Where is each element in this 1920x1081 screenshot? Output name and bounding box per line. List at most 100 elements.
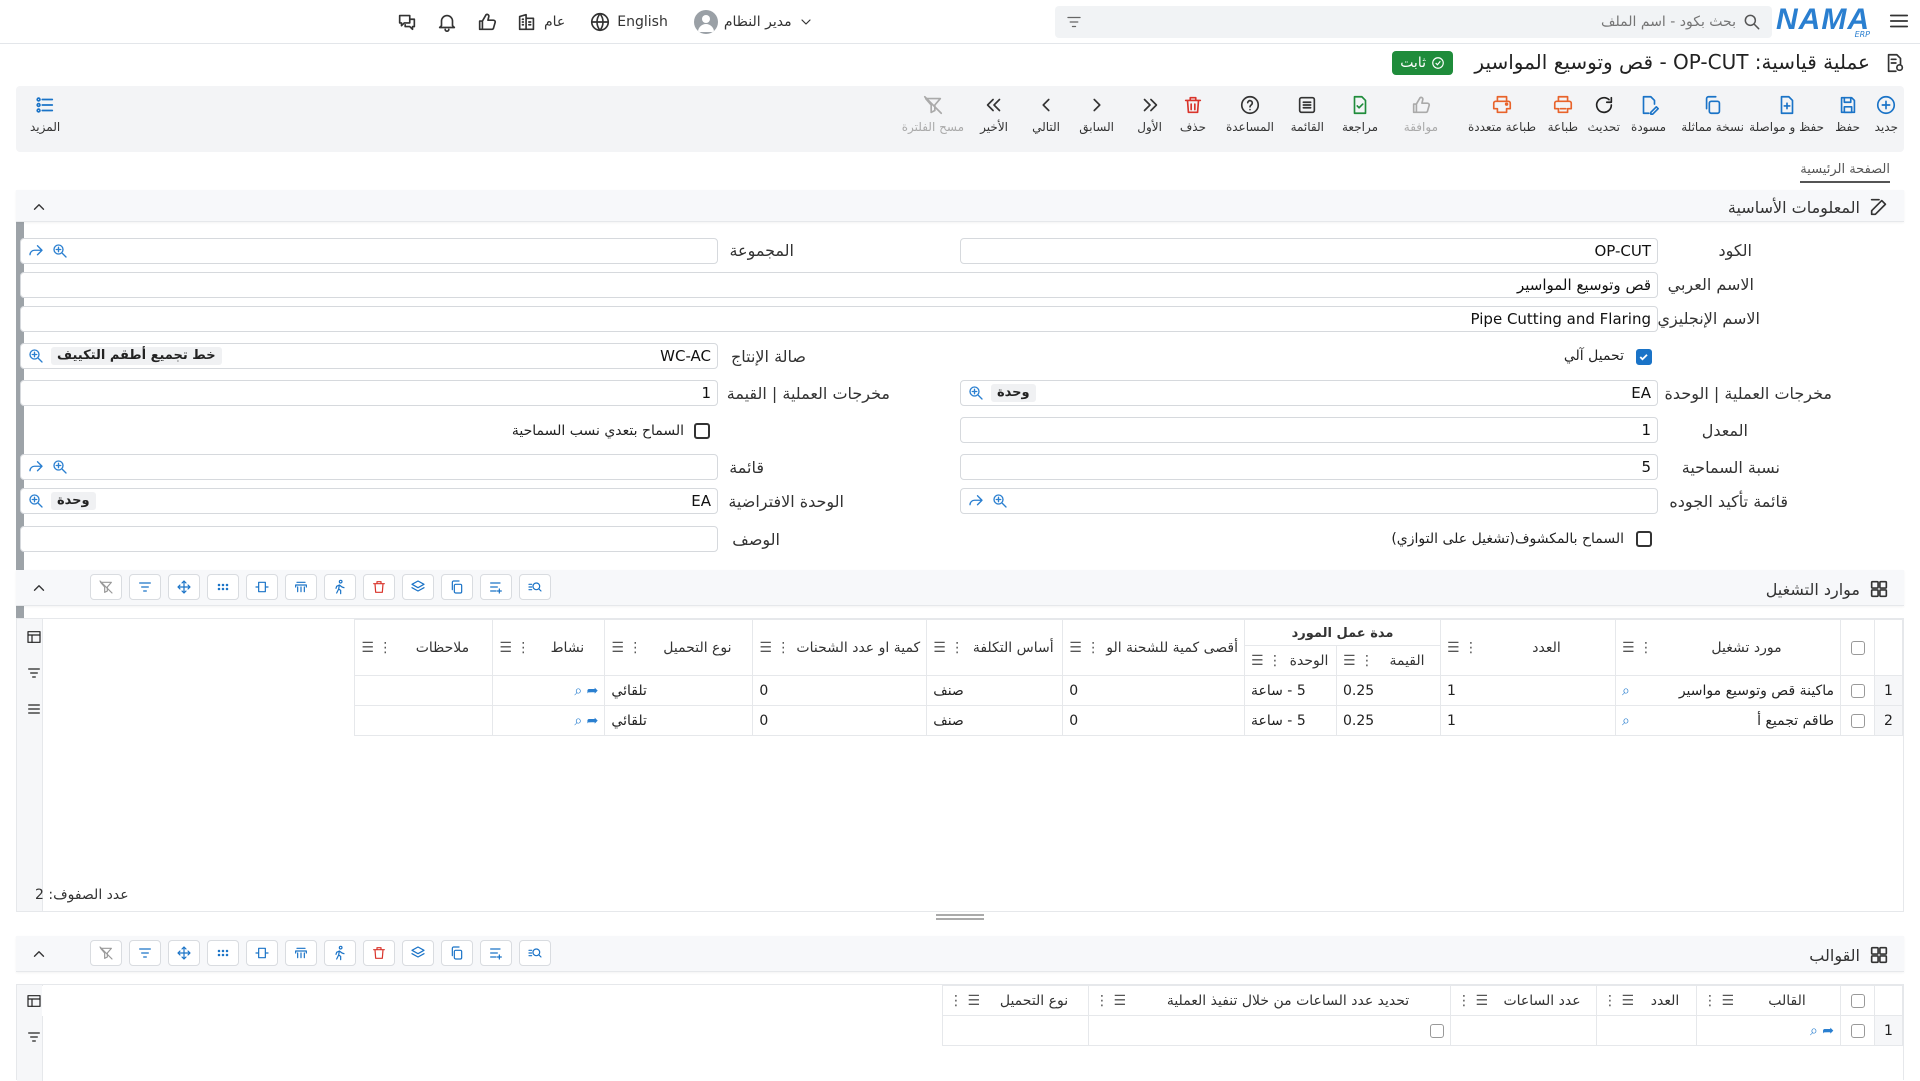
col-activity-filter-icon[interactable]: ⋮ ☰: [499, 640, 530, 656]
group-field[interactable]: [20, 238, 718, 264]
table-icon[interactable]: [285, 940, 317, 966]
list-add-icon[interactable]: [480, 940, 512, 966]
resources-header[interactable]: موارد التشغيل: [16, 570, 1904, 606]
thumbs-up-icon[interactable]: [476, 11, 498, 33]
list-add-icon[interactable]: [480, 574, 512, 600]
col-count[interactable]: العدد ⋮ ☰: [1440, 619, 1616, 676]
branch-selector[interactable]: عام: [516, 11, 565, 33]
col-activity[interactable]: نشاط ⋮ ☰: [492, 619, 606, 676]
filter-lines-icon[interactable]: [1065, 13, 1083, 31]
cell-resource[interactable]: ماكينة قص وتوسيع مواسير ⌕: [1615, 675, 1841, 706]
new-button[interactable]: جديد: [1875, 94, 1898, 134]
multi-print-button[interactable]: طباعة متعددة: [1468, 94, 1536, 134]
share-icon[interactable]: ➦: [1822, 1023, 1834, 1039]
table-row[interactable]: 1 ➦ ⌕: [42, 1015, 1903, 1046]
resize-handle[interactable]: [936, 914, 984, 920]
share-icon[interactable]: [967, 492, 985, 510]
col-cost-basis-filter-icon[interactable]: ⋮ ☰: [933, 640, 964, 656]
clear-filter-button[interactable]: مسح الفلترة: [902, 94, 964, 134]
col-qty-filter-icon[interactable]: ⋮ ☰: [759, 640, 790, 656]
tolerance-field[interactable]: 5: [960, 454, 1658, 480]
cell-max-qty[interactable]: 0: [1062, 675, 1245, 706]
col-duration-value[interactable]: القيمة ⋮ ☰: [1336, 645, 1441, 676]
set-hours-checkbox[interactable]: [1430, 1023, 1444, 1038]
layers-icon[interactable]: [402, 574, 434, 600]
run-icon[interactable]: [324, 940, 356, 966]
table-row[interactable]: 1 ماكينة قص وتوسيع مواسير ⌕ 1 0.25 5 - سا…: [41, 675, 1903, 706]
save-button[interactable]: حفظ: [1835, 94, 1860, 134]
tab-main[interactable]: الصفحة الرئيسية: [1800, 162, 1890, 183]
next-button[interactable]: التالي: [1032, 94, 1060, 134]
col-resource[interactable]: مورد تشغيل ⋮ ☰: [1615, 619, 1841, 676]
desc-field[interactable]: [20, 526, 718, 552]
columns-icon[interactable]: [21, 993, 42, 1009]
user-menu[interactable]: مدير النظام: [693, 10, 814, 34]
search-plus-icon[interactable]: [27, 492, 45, 510]
col-duration-unit[interactable]: الوحدة ⋮ ☰: [1244, 645, 1337, 676]
arabic-name-field[interactable]: قص وتوسيع المواسير: [20, 272, 1658, 298]
share-icon[interactable]: [27, 242, 45, 260]
english-name-field[interactable]: Pipe Cutting and Flaring: [20, 306, 1658, 332]
columns-icon[interactable]: [21, 629, 42, 645]
cell-qty[interactable]: 0: [752, 675, 928, 706]
col-load-type[interactable]: نوع التحميل ⋮ ☰: [604, 619, 754, 676]
col-notes[interactable]: ملاحظات ⋮ ☰: [354, 619, 494, 676]
expand-columns-icon[interactable]: [246, 574, 278, 600]
col-max-qty[interactable]: أقصى كمية للشحنة الو ⋮ ☰: [1062, 619, 1245, 676]
row-checkbox[interactable]: [1840, 675, 1875, 706]
cell-load[interactable]: تلقائي: [604, 675, 754, 706]
cell-resource[interactable]: طاقم تجميع أ ⌕: [1615, 705, 1841, 736]
select-all-checkbox[interactable]: [1840, 619, 1875, 676]
share-icon[interactable]: [27, 458, 45, 476]
refresh-button[interactable]: تحديث: [1587, 94, 1620, 134]
language-selector[interactable]: English: [589, 11, 668, 33]
trash-icon[interactable]: [363, 940, 395, 966]
hall-field[interactable]: WC-AC خط تجميع أطقم التكييف: [20, 343, 718, 369]
search-plus-icon[interactable]: ⌕: [1810, 1023, 1818, 1039]
search-plus-icon[interactable]: ⌕: [1622, 683, 1630, 699]
col-max-qty-filter-icon[interactable]: ⋮ ☰: [1069, 640, 1100, 656]
col-hours-filter-icon[interactable]: ☰ ⋮: [1457, 993, 1488, 1009]
cell-max-qty[interactable]: 0: [1062, 705, 1245, 736]
col-set-hours[interactable]: تحديد عدد الساعات من خلال تنفيذ العملية ☰…: [1088, 985, 1451, 1016]
col-notes-filter-icon[interactable]: ⋮ ☰: [361, 640, 392, 656]
dots-grid-icon[interactable]: [207, 940, 239, 966]
search-plus-icon[interactable]: [51, 242, 69, 260]
col-count-filter-icon[interactable]: ⋮ ☰: [1447, 640, 1478, 656]
cell-activity[interactable]: ➦ ⌕: [492, 705, 606, 736]
chat-icon[interactable]: [396, 11, 418, 33]
filter-off-icon[interactable]: [90, 574, 122, 600]
share-icon[interactable]: ➦: [587, 713, 599, 729]
save-continue-button[interactable]: حفظ و مواصلة: [1749, 94, 1824, 134]
col-cost-basis[interactable]: أساس التكلفة ⋮ ☰: [926, 619, 1064, 676]
cell-cost-basis[interactable]: صنف: [926, 675, 1064, 706]
search-plus-icon[interactable]: [967, 384, 985, 402]
search-plus-icon[interactable]: [27, 347, 45, 365]
cell-duration-unit[interactable]: 5 - ساعة: [1244, 675, 1337, 706]
output-value-field[interactable]: 1: [20, 380, 718, 406]
zoom-list-icon[interactable]: [519, 940, 551, 966]
copy-icon[interactable]: [441, 574, 473, 600]
zoom-list-icon[interactable]: [519, 574, 551, 600]
filter-lines-icon[interactable]: [129, 574, 161, 600]
output-unit-field[interactable]: EA وحدة: [960, 380, 1658, 406]
prev-button[interactable]: السابق: [1079, 94, 1114, 134]
draft-button[interactable]: مسودة: [1631, 94, 1666, 134]
col-load-type[interactable]: نوع التحميل ☰ ⋮: [942, 985, 1089, 1016]
chevron-up-icon[interactable]: [30, 198, 48, 216]
list-field[interactable]: [20, 454, 718, 480]
chevron-up-icon[interactable]: [30, 579, 48, 597]
cell-template[interactable]: ➦ ⌕: [1696, 1015, 1841, 1046]
rate-field[interactable]: 1: [960, 417, 1658, 443]
cell-set-hours[interactable]: [1088, 1015, 1451, 1046]
qa-field[interactable]: [960, 488, 1658, 514]
share-icon[interactable]: ➦: [587, 683, 599, 699]
search-plus-icon[interactable]: ⌕: [1622, 713, 1630, 729]
dots-grid-icon[interactable]: [207, 574, 239, 600]
search-plus-icon[interactable]: [51, 458, 69, 476]
cell-notes[interactable]: [354, 705, 494, 736]
last-button[interactable]: الأخير: [980, 94, 1008, 134]
col-resource-filter-icon[interactable]: ⋮ ☰: [1622, 640, 1653, 656]
col-template[interactable]: القالب ☰ ⋮: [1696, 985, 1841, 1016]
cell-qty[interactable]: 0: [752, 705, 928, 736]
